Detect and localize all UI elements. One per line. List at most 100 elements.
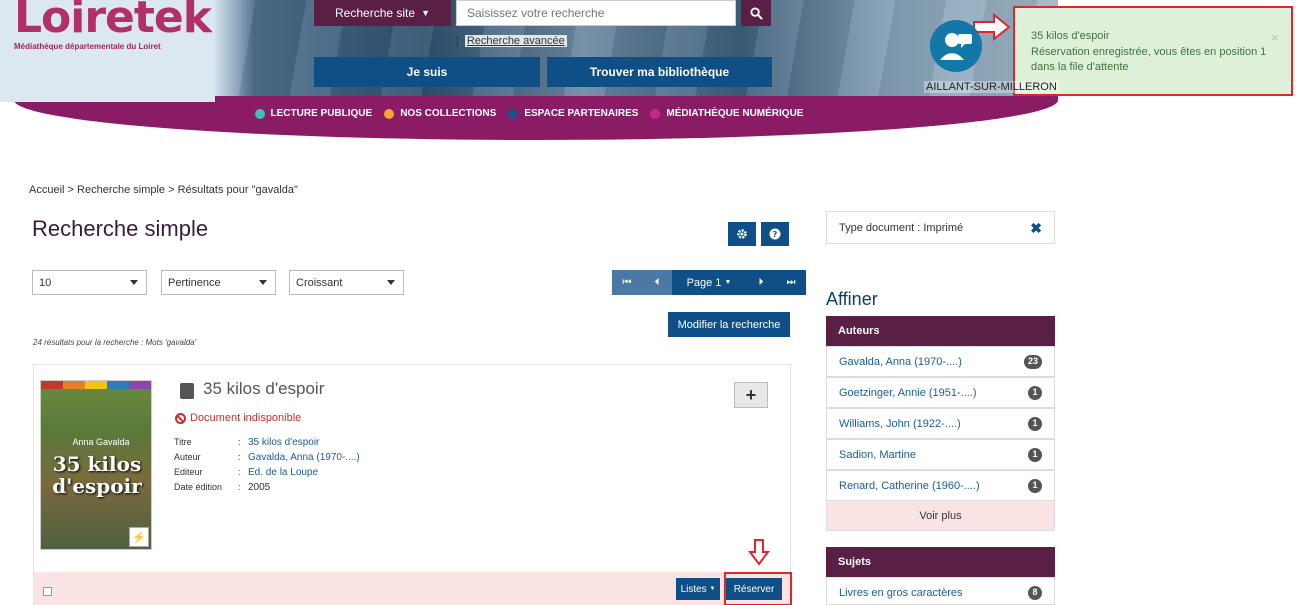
- facet-author-item[interactable]: Gavalda, Anna (1970-....) 23: [826, 346, 1055, 377]
- meta-label: Date édition: [174, 482, 223, 492]
- per-page-select[interactable]: 10: [32, 270, 147, 295]
- nav-lecture-publique[interactable]: LECTURE PUBLIQUE: [254, 108, 372, 119]
- reserve-button[interactable]: Réserver: [726, 578, 782, 600]
- notification-title: 35 kilos d'espoir: [1031, 30, 1110, 42]
- sort-by-select[interactable]: Pertinence: [161, 270, 276, 295]
- caret-down-icon: ▼: [421, 8, 430, 18]
- nav-label: NOS COLLECTIONS: [400, 108, 497, 119]
- meta-label: Auteur: [174, 452, 201, 462]
- facet-author-item[interactable]: Sadion, Martine 1: [826, 439, 1055, 470]
- meta-value-link[interactable]: 35 kilos d'espoir: [248, 435, 319, 450]
- meta-sep: :: [238, 482, 241, 492]
- meta-label: Titre: [174, 437, 192, 447]
- count-badge: 23: [1023, 355, 1042, 369]
- meta-value-link[interactable]: Gavalda, Anna (1970-....): [248, 450, 360, 465]
- user-chat-icon: [940, 33, 972, 60]
- see-more-button[interactable]: Voir plus: [826, 500, 1055, 531]
- caret-down-icon: [259, 280, 267, 285]
- next-page-button[interactable]: ⏵: [746, 270, 776, 295]
- result-card: Anna Gavalda 35 kilos d'espoir ⚡ 35 kilo…: [33, 364, 792, 605]
- result-count: 24 résultats pour la recherche : Mots 'g…: [33, 338, 197, 347]
- caret-down-icon: [130, 280, 138, 285]
- facet-subjects-header[interactable]: Sujets: [826, 547, 1055, 577]
- meta-row-date: Date édition:2005: [174, 480, 360, 495]
- advanced-search-link[interactable]: Recherche avancée: [464, 35, 567, 47]
- search-input[interactable]: [456, 0, 736, 26]
- logo-subtitle: Médiathèque départementale du Loiret: [14, 42, 161, 51]
- breadcrumb-sep: >: [64, 184, 78, 196]
- je-suis-button[interactable]: Je suis: [314, 57, 540, 87]
- facet-subject-name: Livres en gros caractères: [839, 587, 963, 599]
- site-logo[interactable]: Loiretek: [14, 0, 212, 43]
- user-location: AILLANT-SUR-MILLERON: [924, 81, 1059, 93]
- result-actions: Listes ▼ Réserver: [34, 572, 792, 605]
- facet-author-name: Gavalda, Anna (1970-....): [839, 356, 962, 368]
- modify-search-button[interactable]: Modifier la recherche: [668, 312, 790, 337]
- question-icon: ?: [769, 228, 781, 240]
- lists-label: Listes: [680, 583, 707, 595]
- breadcrumb-current: Résultats pour "gavalda": [177, 184, 298, 196]
- active-filter: Type document : Imprimé ✖: [826, 211, 1055, 244]
- breadcrumb-home[interactable]: Accueil: [29, 184, 64, 196]
- ban-icon: [175, 412, 186, 424]
- nav-dot-icon: [254, 108, 265, 119]
- availability-text: Document indisponible: [190, 412, 302, 424]
- nav-mediatheque-numerique[interactable]: MÉDIATHÈQUE NUMÉRIQUE: [650, 108, 803, 119]
- caret-down-icon: [387, 280, 395, 285]
- facet-author-name: Sadion, Martine: [839, 449, 917, 461]
- result-title[interactable]: 35 kilos d'espoir: [203, 379, 324, 399]
- meta-value-link[interactable]: Ed. de la Loupe: [248, 465, 318, 480]
- remove-filter-icon[interactable]: ✖: [1030, 220, 1042, 237]
- prev-page-button[interactable]: ⏴: [642, 270, 672, 295]
- meta-sep: :: [238, 437, 241, 447]
- settings-button[interactable]: [728, 222, 756, 246]
- expand-button[interactable]: +: [734, 382, 768, 408]
- facet-authors-header[interactable]: Auteurs: [826, 316, 1055, 346]
- last-page-button[interactable]: ⏭: [776, 270, 806, 295]
- search-category-dropdown[interactable]: Recherche site ▼: [314, 0, 451, 26]
- facet-subject-item[interactable]: Livres en gros caractères 8: [826, 577, 1055, 605]
- meta-sep: :: [238, 452, 241, 462]
- advanced-search-link-wrap: | Recherche avancée: [456, 35, 567, 47]
- book-cover[interactable]: Anna Gavalda 35 kilos d'espoir ⚡: [40, 380, 152, 550]
- nav-espace-partenaires[interactable]: ESPACE PARTENAIRES: [508, 108, 638, 119]
- notification-message: Réservation enregistrée, vous êtes en po…: [1031, 46, 1267, 73]
- facet-author-item[interactable]: Goetzinger, Annie (1951-....) 1: [826, 377, 1055, 408]
- last-page-icon: ⏭: [786, 277, 796, 288]
- select-checkbox[interactable]: [43, 587, 52, 596]
- find-library-button[interactable]: Trouver ma bibliothèque: [547, 57, 772, 87]
- count-badge: 1: [1028, 448, 1042, 462]
- facet-author-item[interactable]: Williams, John (1922-....) 1: [826, 408, 1055, 439]
- page-dropdown[interactable]: Page 1 ▼: [672, 270, 746, 295]
- count-badge: 1: [1028, 386, 1042, 400]
- cover-title: 35 kilos d'espoir: [52, 452, 142, 498]
- cover-strip: [41, 381, 151, 389]
- facet-author-item[interactable]: Renard, Catherine (1960-....) 1: [826, 470, 1055, 501]
- availability-status: Document indisponible: [175, 412, 301, 424]
- refine-heading: Affiner: [826, 289, 878, 309]
- logo-area[interactable]: Loiretek Médiathèque départementale du L…: [0, 0, 215, 102]
- count-badge: 8: [1028, 586, 1042, 600]
- first-page-button[interactable]: ⏮: [612, 270, 642, 295]
- user-avatar[interactable]: [930, 20, 982, 72]
- sort-by-value: Pertinence: [168, 277, 221, 289]
- next-page-icon: ⏵: [758, 277, 764, 288]
- bolt-icon[interactable]: ⚡: [129, 527, 149, 547]
- search-button[interactable]: [741, 0, 771, 26]
- divider: |: [456, 35, 459, 47]
- close-icon[interactable]: ×: [1271, 30, 1279, 45]
- nav-label: ESPACE PARTENAIRES: [524, 108, 639, 119]
- cover-author: Anna Gavalda: [72, 437, 130, 447]
- breadcrumb: Accueil > Recherche simple > Résultats p…: [29, 184, 298, 196]
- nav-nos-collections[interactable]: NOS COLLECTIONS: [384, 108, 496, 119]
- breadcrumb-simple[interactable]: Recherche simple: [77, 184, 165, 196]
- lists-dropdown-button[interactable]: Listes ▼: [676, 578, 720, 600]
- page-title: Recherche simple: [32, 216, 209, 241]
- help-button[interactable]: ?: [761, 222, 789, 246]
- arrow-down-icon: [748, 539, 770, 566]
- nav-dot-icon: [650, 108, 661, 119]
- main-nav: LECTURE PUBLIQUE NOS COLLECTIONS ESPACE …: [0, 108, 1058, 119]
- per-page-value: 10: [39, 277, 52, 289]
- order-select[interactable]: Croissant: [289, 270, 404, 295]
- caret-down-icon: ▼: [724, 279, 732, 286]
